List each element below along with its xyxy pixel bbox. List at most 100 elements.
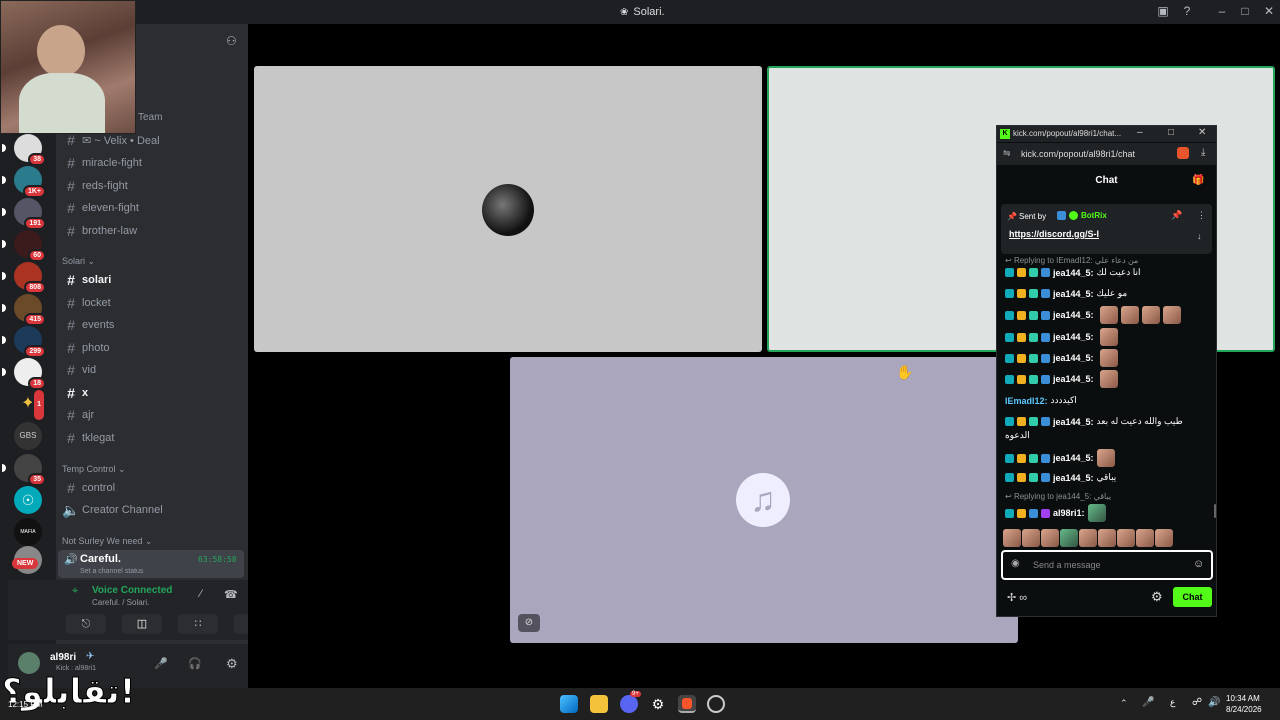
server-icon[interactable]: ☉ (14, 486, 42, 514)
obs-icon[interactable]: ⚙ (649, 695, 667, 713)
emote-image[interactable] (1060, 529, 1078, 547)
chat-message[interactable]: jea144_5: (1005, 449, 1115, 467)
channel-item[interactable]: # locket (62, 293, 242, 313)
site-settings-icon[interactable]: ⇋ (1003, 148, 1011, 159)
microphone-icon[interactable]: 🎤 (154, 657, 168, 670)
channel-item[interactable]: # control (62, 478, 242, 498)
category-header[interactable]: Temp Control ⌄ (62, 464, 126, 475)
emote-image[interactable] (1117, 529, 1135, 547)
chat-message[interactable]: IEmadI12: اكيدددد (1005, 395, 1077, 406)
headphones-icon[interactable]: 🎧 (188, 657, 202, 670)
clock-date[interactable]: 8/24/2026 (1226, 705, 1262, 714)
inbox-icon[interactable]: ▣ (1156, 4, 1170, 18)
language-indicator[interactable]: ع (1170, 697, 1175, 708)
message-input[interactable]: ◉ Send a message ☺ (1001, 550, 1213, 580)
brave-browser-icon[interactable] (678, 695, 696, 713)
server-icon[interactable]: GBS (14, 422, 42, 450)
channel-item[interactable]: # reds-fight (62, 176, 242, 196)
chat-message[interactable]: jea144_5: يباقي (1005, 472, 1116, 483)
server-icon[interactable]: 299 (2, 326, 46, 358)
voice-channel-item[interactable]: 🔈 Creator Channel (62, 500, 242, 520)
chat-message[interactable]: jea144_5: (1005, 328, 1118, 346)
chat-message[interactable]: jea144_5: (1005, 349, 1118, 367)
emote-image[interactable] (1098, 529, 1116, 547)
screen-share-button[interactable]: ◫ (122, 614, 162, 634)
chat-message[interactable]: al98ri1: (1005, 504, 1106, 522)
emote-image[interactable] (1003, 529, 1021, 547)
url-text[interactable]: kick.com/popout/al98ri1/chat (1021, 149, 1135, 159)
chat-message[interactable]: jea144_5: (1005, 370, 1118, 388)
channel-item[interactable]: # brother-law (62, 221, 242, 241)
channel-item[interactable]: # events (62, 315, 242, 335)
pinned-link[interactable]: https://discord.gg/S-I (1009, 229, 1099, 239)
server-icon[interactable]: 38 (2, 134, 46, 166)
camera-button[interactable]: ⎋ (66, 614, 106, 634)
file-explorer-icon[interactable] (590, 695, 608, 713)
emoji-icon[interactable]: ☺ (1193, 558, 1204, 570)
minimize-button[interactable]: – (1215, 4, 1229, 18)
noise-suppression-icon[interactable]: ∕ (200, 588, 202, 600)
chat-message[interactable]: jea144_5: مو عليك (1005, 288, 1127, 299)
chat-message[interactable]: jea144_5: طيب والله دعيت له بعد (1005, 416, 1183, 427)
server-icon[interactable]: 18 (2, 358, 46, 390)
help-icon[interactable]: ? (1180, 4, 1194, 18)
channel-item-solari[interactable]: # solari (62, 270, 242, 290)
category-header[interactable]: Not Surley We need ⌄ (62, 536, 152, 547)
network-icon[interactable]: ☍ (1192, 697, 1202, 708)
gift-icon[interactable]: 🎁 (1192, 175, 1204, 186)
emote-image[interactable] (1022, 529, 1040, 547)
channel-item[interactable]: # x (62, 383, 242, 403)
chevron-up-icon[interactable]: ⌃ (1120, 698, 1128, 709)
channel-item[interactable]: # photo (62, 338, 242, 358)
points-icon[interactable]: ✢ ∞ (1007, 591, 1027, 604)
brave-shield-icon[interactable] (1177, 147, 1189, 159)
maximize-button[interactable]: □ (1238, 4, 1252, 18)
avatar[interactable] (18, 652, 40, 674)
channel-item[interactable]: # tklegat (62, 428, 242, 448)
shield-icon[interactable]: ◉ (1011, 558, 1020, 569)
participant-tile[interactable]: ♫ ⊘ (510, 357, 1018, 643)
server-icon[interactable]: 1K+ (2, 166, 46, 198)
chevron-down-icon[interactable]: ↓ (1197, 231, 1202, 241)
settings-gear-icon[interactable]: ⚙ (226, 656, 238, 672)
chat-message[interactable]: jea144_5: (1005, 306, 1181, 324)
channel-item[interactable]: # vid (62, 360, 242, 380)
emote-image[interactable] (1079, 529, 1097, 547)
download-icon[interactable]: ⤓ (1201, 147, 1205, 158)
microphone-in-use-icon[interactable]: 🎤 (1142, 697, 1154, 708)
add-friend-icon[interactable]: ⚇ (226, 34, 237, 48)
emote-image[interactable] (1136, 529, 1154, 547)
minimize-button[interactable]: – (1137, 127, 1143, 138)
settings-gear-icon[interactable]: ⚙ (1151, 589, 1163, 605)
channel-status[interactable]: Set a channel status (80, 568, 143, 575)
emote-image[interactable] (1155, 529, 1173, 547)
camera-off-icon[interactable]: ⊘ (518, 614, 540, 632)
channel-item[interactable]: # eleven-fight (62, 198, 242, 218)
server-icon[interactable]: 191 (2, 198, 46, 230)
signal-icon[interactable]: ⌖ (72, 585, 78, 598)
maximize-button[interactable]: □ (1168, 127, 1174, 138)
close-button[interactable]: ✕ (1262, 4, 1276, 18)
start-button-icon[interactable] (560, 695, 578, 713)
disconnect-icon[interactable]: ☎ (224, 588, 238, 601)
more-options-icon[interactable]: ⋮ (1197, 210, 1206, 221)
volume-icon[interactable]: 🔊 (1208, 697, 1220, 708)
app-icon[interactable] (707, 695, 725, 713)
activities-button[interactable]: ∷ (178, 614, 218, 634)
server-icon[interactable]: 808 (2, 262, 46, 294)
channel-item[interactable]: # miracle-fight (62, 153, 242, 173)
close-button[interactable]: ✕ (1198, 127, 1206, 138)
server-icon[interactable]: ✦ 1 (14, 388, 46, 422)
channel-item[interactable]: # ajr (62, 405, 242, 425)
emote-image[interactable] (1041, 529, 1059, 547)
chat-message[interactable]: jea144_5: انا دعيت لك (1005, 267, 1141, 278)
participant-tile[interactable] (254, 66, 762, 352)
discord-icon[interactable]: 9+ (620, 691, 641, 713)
server-icon[interactable]: 35 (2, 454, 46, 486)
server-icon[interactable]: 415 (2, 294, 46, 326)
voice-channel-careful[interactable]: 🔊 Careful. 63:58:58 Set a channel status (58, 550, 244, 578)
unpin-icon[interactable]: 📌 (1171, 210, 1182, 221)
chat-send-button[interactable]: Chat (1173, 587, 1212, 607)
server-icon[interactable]: MAFIA (14, 518, 42, 546)
server-icon[interactable]: 60 (2, 230, 46, 262)
